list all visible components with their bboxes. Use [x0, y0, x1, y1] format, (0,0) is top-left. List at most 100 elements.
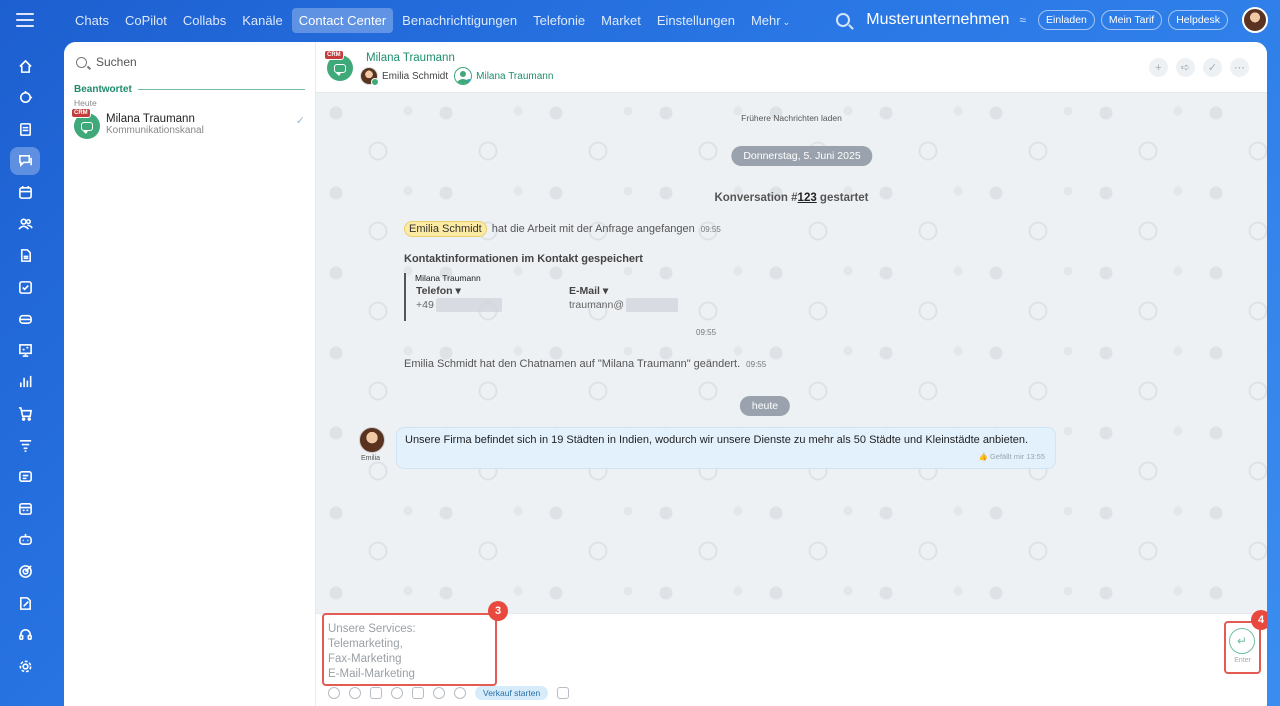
- attach-icon[interactable]: [328, 687, 340, 699]
- callout-badge-send: 4: [1251, 610, 1267, 630]
- section-divider: [137, 88, 305, 90]
- calendar-icon[interactable]: [10, 178, 40, 206]
- company-name[interactable]: Musterunternehmen: [866, 11, 1009, 29]
- system-message-text: Emilia Schmidt hat den Chatnamen auf "Mi…: [404, 358, 741, 370]
- top-right-area: Musterunternehmen ≈ Einladen Mein Tarif …: [836, 7, 1268, 33]
- load-earlier-messages[interactable]: Frühere Nachrichten laden: [316, 113, 1267, 123]
- nav-collabs[interactable]: Collabs: [176, 8, 233, 33]
- blurred-redaction: [626, 298, 679, 312]
- nav-contact-center[interactable]: Contact Center: [291, 8, 394, 33]
- search-icon: [76, 56, 87, 68]
- nav-einstellungen[interactable]: Einstellungen: [650, 8, 742, 33]
- menu-icon[interactable]: [16, 13, 34, 27]
- more-icon[interactable]: ⋯: [1230, 58, 1249, 77]
- company-settings-icon[interactable]: ≈: [1019, 13, 1026, 27]
- chat-list-item[interactable]: CRM Milana Traumann Kommunikationskanal …: [64, 108, 315, 146]
- contact-icon[interactable]: [349, 687, 361, 699]
- top-bar: Chats CoPilot Collabs Kanäle Contact Cen…: [0, 0, 1280, 42]
- search-placeholder: Suchen: [96, 55, 137, 69]
- fullscreen-icon[interactable]: [557, 687, 570, 699]
- callout-box-send: [1224, 621, 1261, 674]
- form-icon[interactable]: [370, 687, 382, 699]
- chat-area: CRM Milana Traumann Emilia Schmidt Milan…: [316, 42, 1267, 706]
- blurred-redaction: [435, 298, 502, 312]
- smile-icon[interactable]: [391, 687, 403, 699]
- email-value[interactable]: traumann@: [569, 299, 624, 311]
- search-icon[interactable]: [836, 13, 851, 27]
- invite-button[interactable]: Einladen: [1038, 10, 1095, 30]
- system-message-text: hat die Arbeit mit der Anfrage angefange…: [491, 223, 695, 235]
- hide-icon[interactable]: [433, 687, 445, 699]
- crm-icon[interactable]: [10, 463, 40, 491]
- main-panel: Suchen Beantwortet Heute CRM Milana Trau…: [64, 42, 1267, 706]
- conversation-suffix: gestartet: [816, 192, 869, 204]
- chat-icon[interactable]: [10, 146, 40, 175]
- nav-copilot[interactable]: CoPilot: [118, 8, 174, 33]
- helpdesk-button[interactable]: Helpdesk: [1168, 10, 1228, 30]
- contact-card: Milana Traumann Telefon ▾ +49 E-Mail ▾ t…: [404, 273, 844, 321]
- phone-label[interactable]: Telefon ▾: [416, 285, 502, 297]
- today-divider: heute: [739, 396, 791, 416]
- conversation-number-link[interactable]: 123: [798, 192, 817, 204]
- chat-header-avatar[interactable]: CRM: [324, 50, 353, 81]
- chart-icon[interactable]: [10, 368, 40, 396]
- message-history: Frühere Nachrichten laden Donnerstag, 5.…: [316, 93, 1267, 613]
- contact-name: Milana Traumann: [415, 273, 481, 283]
- add-icon[interactable]: +: [1149, 58, 1168, 77]
- target-icon[interactable]: [10, 558, 40, 586]
- message-author-avatar[interactable]: [359, 427, 385, 453]
- lightning-icon[interactable]: [454, 687, 466, 699]
- check-icon: ✓: [295, 115, 305, 127]
- gear-icon[interactable]: [10, 652, 40, 680]
- user-avatar[interactable]: [1242, 7, 1268, 33]
- contact-info-block: Kontaktinformationen im Kontakt gespeich…: [404, 253, 844, 321]
- message-meta[interactable]: 👍 Gefällt mir 13:55: [979, 449, 1045, 464]
- finish-icon[interactable]: ✓: [1203, 58, 1222, 77]
- template-icon[interactable]: [412, 687, 424, 699]
- forward-icon[interactable]: ➪: [1176, 58, 1195, 77]
- my-plan-button[interactable]: Mein Tarif: [1100, 10, 1163, 30]
- email-column: E-Mail ▾ traumann@: [569, 285, 679, 312]
- member-avatar-milana[interactable]: [454, 67, 473, 85]
- chat-title[interactable]: Milana Traumann: [366, 52, 455, 64]
- member-name-milana[interactable]: Milana Traumann: [476, 71, 553, 82]
- nav-telefonie[interactable]: Telefonie: [526, 8, 592, 33]
- recent-chats-panel: Suchen Beantwortet Heute CRM Milana Trau…: [64, 42, 316, 706]
- checkbox-icon[interactable]: [10, 273, 40, 301]
- file-icon[interactable]: [10, 242, 40, 270]
- email-label[interactable]: E-Mail ▾: [569, 285, 678, 297]
- message-time: 09:55: [746, 359, 767, 369]
- funnel-icon[interactable]: [10, 431, 40, 459]
- message-author-name: Emilia: [361, 455, 381, 462]
- search-field[interactable]: Suchen: [64, 42, 315, 82]
- chat-item-subtitle: Kommunikationskanal: [106, 125, 204, 136]
- member-name-emilia[interactable]: Emilia Schmidt: [382, 71, 448, 82]
- online-dot: [371, 78, 379, 86]
- cart-icon[interactable]: [10, 400, 40, 428]
- headset-icon[interactable]: [10, 621, 40, 649]
- edit-doc-icon[interactable]: [10, 589, 40, 617]
- member-avatar-emilia[interactable]: [360, 67, 379, 86]
- message-bubble[interactable]: Unsere Firma befindet sich in 19 Städten…: [396, 427, 1056, 469]
- document-icon[interactable]: [10, 115, 40, 143]
- section-title: Beantwortet: [74, 83, 132, 95]
- crm-badge: CRM: [71, 108, 91, 118]
- tray-icon[interactable]: [10, 305, 40, 333]
- planner-icon[interactable]: [10, 494, 40, 522]
- robot-icon[interactable]: [10, 526, 40, 554]
- home-icon[interactable]: [10, 52, 40, 80]
- phone-value[interactable]: +49: [416, 299, 434, 311]
- chat-members: Emilia Schmidt Milana Traumann: [360, 67, 553, 86]
- user-mention[interactable]: Emilia Schmidt: [404, 221, 487, 237]
- nav-mehr[interactable]: Mehr ⌄: [744, 8, 797, 33]
- nav-kanaele[interactable]: Kanäle: [235, 8, 289, 33]
- puzzle-icon[interactable]: [10, 84, 40, 112]
- nav-benachrichtigungen[interactable]: Benachrichtigungen: [395, 8, 524, 33]
- start-sale-button[interactable]: Verkauf starten: [475, 686, 549, 700]
- system-message-rename: Emilia Schmidt hat den Chatnamen auf "Mi…: [404, 358, 766, 370]
- presentation-icon[interactable]: [10, 336, 40, 364]
- people-icon[interactable]: [10, 210, 40, 238]
- nav-chats[interactable]: Chats: [68, 8, 116, 33]
- composer-toolbar: Verkauf starten: [328, 686, 570, 700]
- nav-market[interactable]: Market: [594, 8, 648, 33]
